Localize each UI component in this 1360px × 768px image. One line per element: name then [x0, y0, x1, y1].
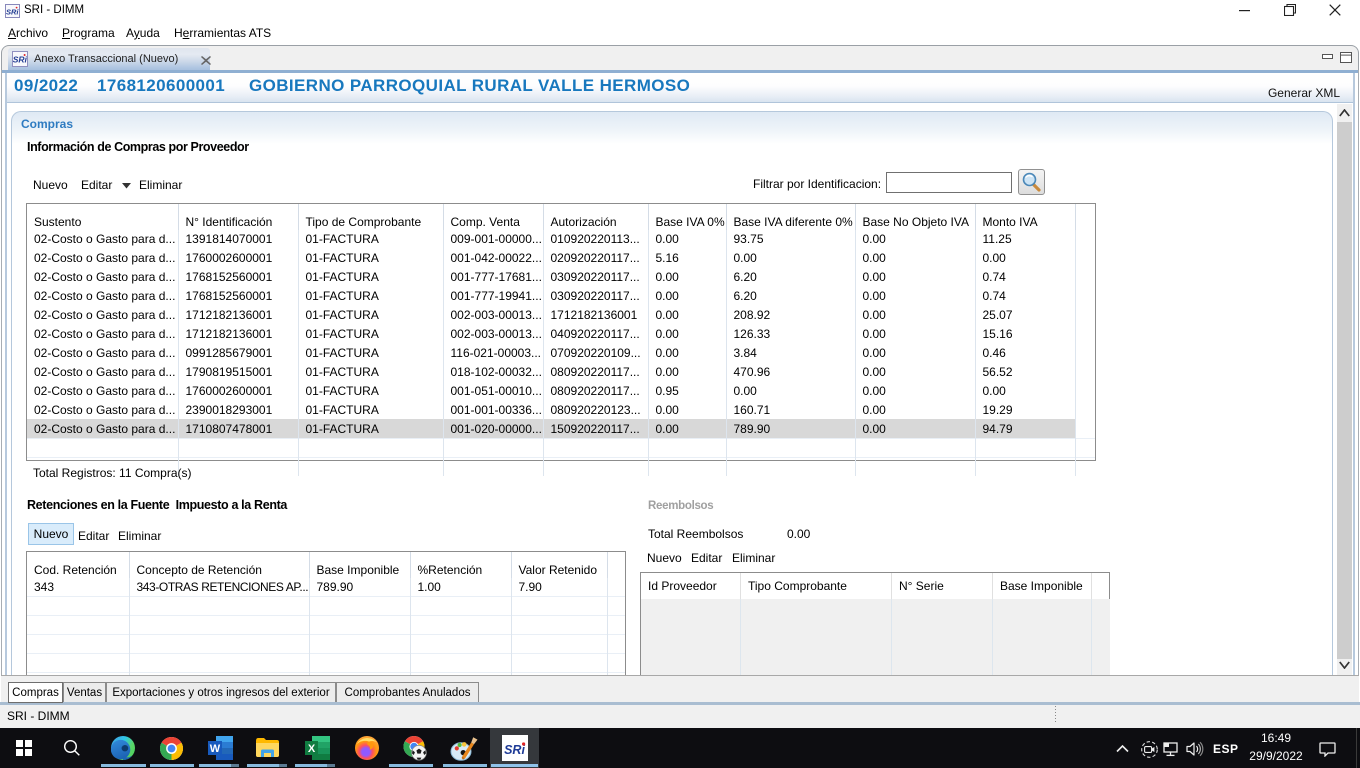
svg-text:SRi: SRi: [13, 55, 28, 65]
svg-text:X: X: [308, 743, 316, 755]
svg-text:W: W: [210, 743, 221, 755]
svg-text:SRi: SRi: [6, 8, 19, 17]
svg-text:SRi: SRi: [504, 743, 525, 757]
